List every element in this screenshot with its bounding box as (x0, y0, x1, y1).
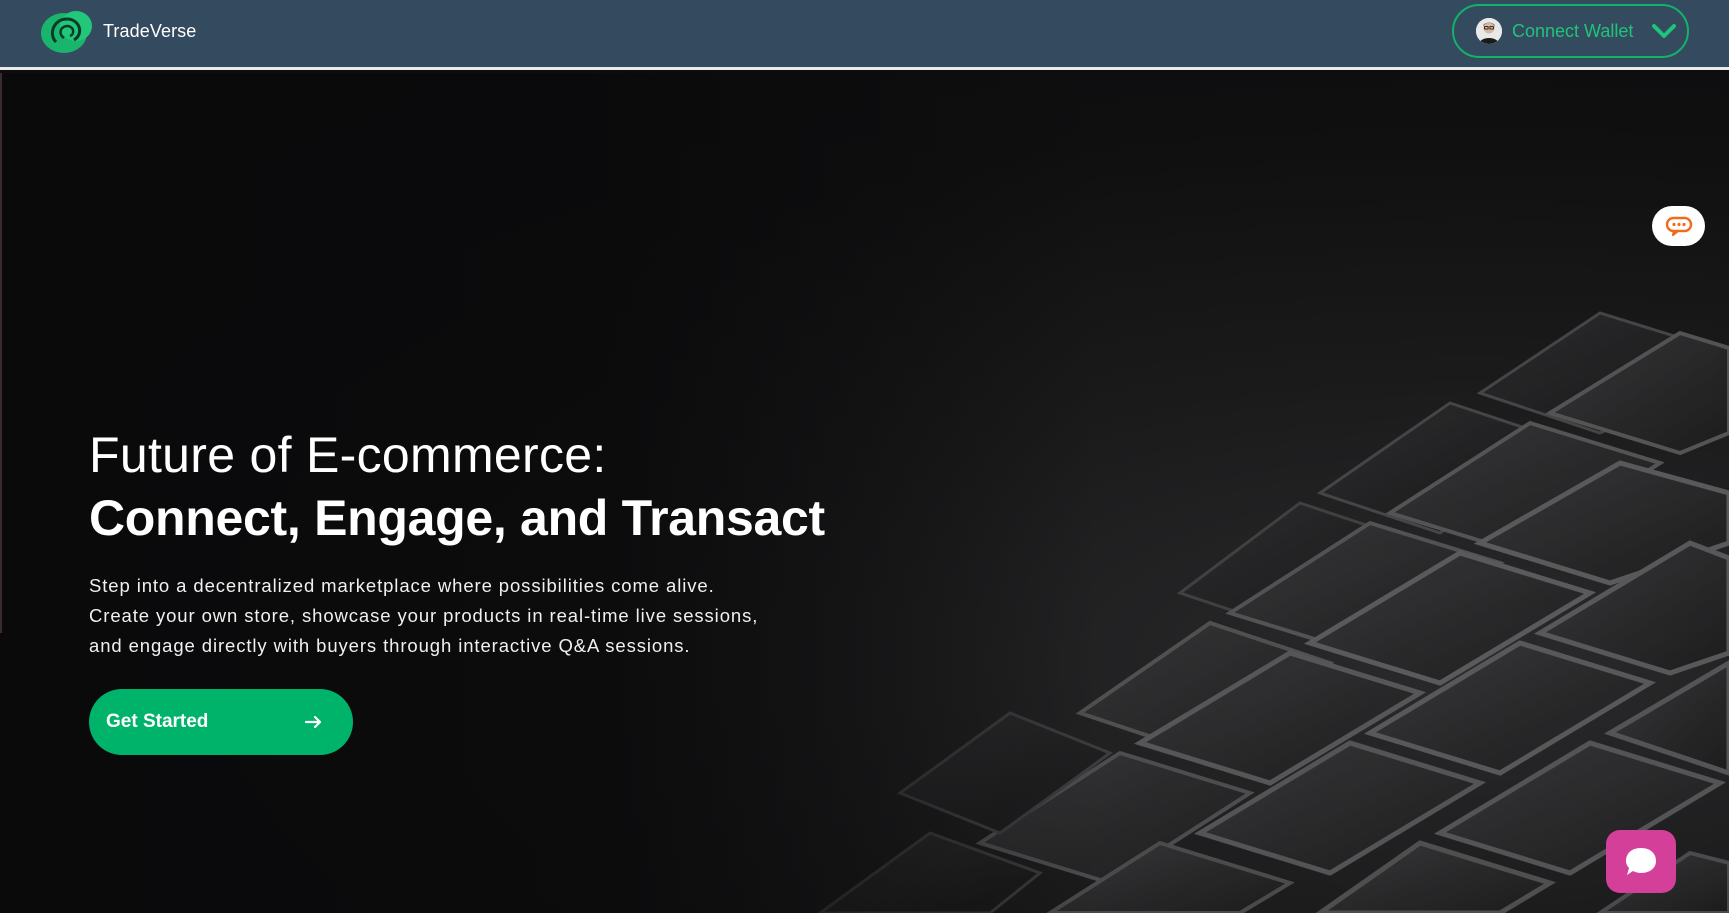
arrow-right-icon (305, 715, 322, 729)
hero-headline-line2: Connect, Engage, and Transact (89, 490, 825, 546)
brand[interactable]: TradeVerse (40, 8, 196, 54)
hero-description: Step into a decentralized marketplace wh… (89, 571, 809, 661)
tradeverse-logo-icon (41, 11, 92, 53)
chat-launcher-button[interactable] (1606, 830, 1676, 893)
chevron-down-icon (1652, 24, 1677, 38)
assistant-button[interactable] (1652, 206, 1705, 246)
top-navbar: TradeVerse Connect Wallet (0, 0, 1729, 70)
chat-assistant-icon (1665, 216, 1692, 237)
chat-bubble-icon (1626, 847, 1656, 875)
page: TradeVerse Connect Wallet Future of E-co… (0, 0, 1729, 913)
get-started-label: Get Started (106, 711, 209, 732)
hero-headline-line1: Future of E-commerce: (89, 427, 607, 483)
hero-description-line: Step into a decentralized marketplace wh… (89, 575, 715, 596)
connect-wallet-label: Connect Wallet (1512, 20, 1634, 41)
connect-wallet-button[interactable]: Connect Wallet (1452, 4, 1689, 58)
hero-description-line: and engage directly with buyers through … (89, 635, 691, 656)
brand-name: TradeVerse (103, 20, 197, 41)
user-avatar-icon (1476, 18, 1502, 44)
hero-content: Future of E-commerce: Connect, Engage, a… (89, 423, 849, 661)
left-edge-divider (0, 73, 2, 633)
get-started-button[interactable]: Get Started (89, 689, 353, 755)
hero-description-line: Create your own store, showcase your pro… (89, 605, 759, 626)
